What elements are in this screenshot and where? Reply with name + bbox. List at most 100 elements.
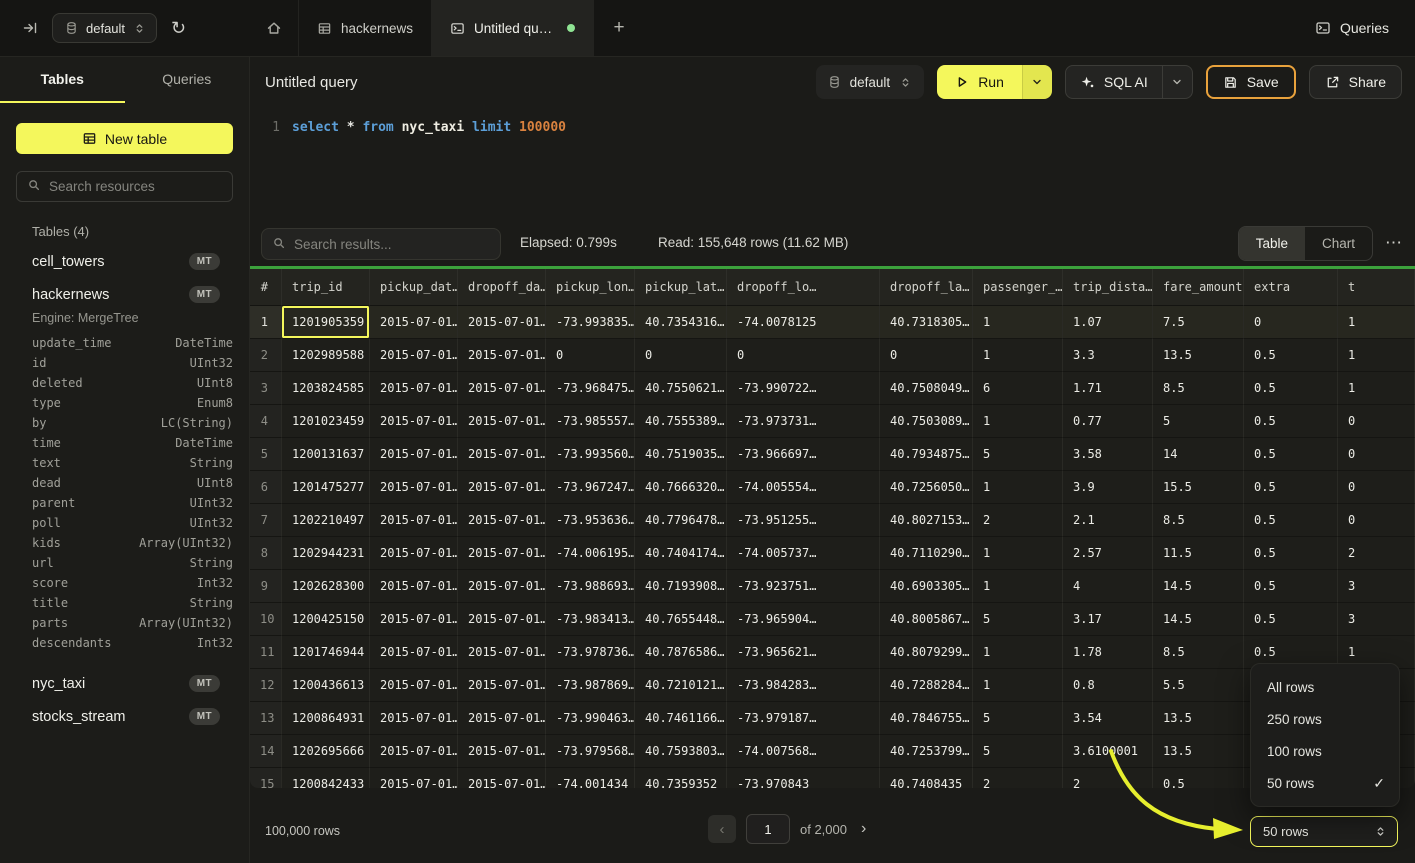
data-cell[interactable]: 40.7288284…: [880, 669, 973, 702]
row-number-cell[interactable]: 14: [250, 735, 282, 768]
data-cell[interactable]: -74.005737…: [727, 537, 880, 570]
data-cell[interactable]: 3.58: [1063, 438, 1153, 471]
data-cell[interactable]: 40.7555389…: [635, 405, 727, 438]
data-cell[interactable]: 1202628300: [282, 570, 370, 603]
schema-column[interactable]: titleString: [0, 593, 249, 613]
row-number-cell[interactable]: 11: [250, 636, 282, 669]
data-cell[interactable]: 1200425150: [282, 603, 370, 636]
data-cell[interactable]: -73.965621…: [727, 636, 880, 669]
data-cell[interactable]: 1: [973, 306, 1063, 339]
header-cell[interactable]: pickup_lat…: [635, 269, 727, 306]
data-cell[interactable]: 3.54: [1063, 702, 1153, 735]
data-cell[interactable]: 13.5: [1153, 339, 1244, 372]
data-cell[interactable]: 1203824585: [282, 372, 370, 405]
data-cell[interactable]: 0: [1338, 405, 1415, 438]
data-cell[interactable]: -73.979187…: [727, 702, 880, 735]
data-cell[interactable]: 1: [1338, 339, 1415, 372]
tab-untitled-query[interactable]: Untitled qu…: [432, 0, 594, 56]
header-cell[interactable]: pickup_dat…: [370, 269, 458, 306]
data-cell[interactable]: 0: [635, 339, 727, 372]
data-cell[interactable]: 40.7256050…: [880, 471, 973, 504]
data-cell[interactable]: 1202989588: [282, 339, 370, 372]
data-cell[interactable]: 0: [1338, 471, 1415, 504]
row-count-option[interactable]: 250 rows: [1251, 703, 1399, 735]
data-cell[interactable]: 14: [1153, 438, 1244, 471]
new-tab-button[interactable]: +: [594, 0, 644, 56]
results-more-button[interactable]: ⋯: [1385, 233, 1403, 253]
data-cell[interactable]: 13.5: [1153, 702, 1244, 735]
data-cell[interactable]: -73.953636…: [546, 504, 635, 537]
data-cell[interactable]: -73.966697…: [727, 438, 880, 471]
next-page-button[interactable]: ›: [857, 820, 870, 838]
data-cell[interactable]: 3.17: [1063, 603, 1153, 636]
data-cell[interactable]: 40.7318305…: [880, 306, 973, 339]
data-cell[interactable]: 14.5: [1153, 570, 1244, 603]
schema-column[interactable]: scoreInt32: [0, 573, 249, 593]
data-cell[interactable]: -73.983413…: [546, 603, 635, 636]
data-cell[interactable]: 40.7354316…: [635, 306, 727, 339]
data-cell[interactable]: 40.7210121…: [635, 669, 727, 702]
header-cell[interactable]: trip_id: [282, 269, 370, 306]
header-cell[interactable]: pickup_lon…: [546, 269, 635, 306]
view-toggle-table[interactable]: Table: [1239, 227, 1305, 260]
header-cell[interactable]: dropoff_lo…: [727, 269, 880, 306]
data-cell[interactable]: 40.7508049…: [880, 372, 973, 405]
data-cell[interactable]: 1: [973, 405, 1063, 438]
data-cell[interactable]: 2015-07-01…: [458, 372, 546, 405]
collapse-sidebar-button[interactable]: [22, 20, 38, 36]
data-cell[interactable]: 40.7796478…: [635, 504, 727, 537]
data-cell[interactable]: 3: [1338, 603, 1415, 636]
data-cell[interactable]: 8.5: [1153, 636, 1244, 669]
data-cell[interactable]: 13.5: [1153, 735, 1244, 768]
data-cell[interactable]: 2015-07-01…: [458, 339, 546, 372]
queries-button[interactable]: Queries: [1315, 0, 1389, 56]
data-cell[interactable]: 5: [973, 438, 1063, 471]
data-cell[interactable]: 1: [1338, 306, 1415, 339]
row-count-option[interactable]: 50 rows✓: [1251, 767, 1399, 799]
data-cell[interactable]: 1: [973, 537, 1063, 570]
results-search[interactable]: [261, 228, 501, 260]
data-cell[interactable]: 1200436613: [282, 669, 370, 702]
schema-column[interactable]: urlString: [0, 553, 249, 573]
data-cell[interactable]: 0.5: [1244, 339, 1338, 372]
data-cell[interactable]: 2015-07-01…: [370, 603, 458, 636]
header-cell[interactable]: trip_dista…: [1063, 269, 1153, 306]
data-cell[interactable]: 1: [973, 636, 1063, 669]
data-cell[interactable]: 5: [973, 735, 1063, 768]
data-cell[interactable]: 0.5: [1244, 438, 1338, 471]
schema-column[interactable]: textString: [0, 453, 249, 473]
new-table-button[interactable]: New table: [16, 123, 233, 154]
row-number-cell[interactable]: 13: [250, 702, 282, 735]
row-number-cell[interactable]: 9: [250, 570, 282, 603]
data-cell[interactable]: 2015-07-01…: [458, 405, 546, 438]
share-button[interactable]: Share: [1309, 65, 1402, 99]
data-cell[interactable]: 0.5: [1244, 537, 1338, 570]
data-cell[interactable]: 2.1: [1063, 504, 1153, 537]
data-cell[interactable]: 3.6100001: [1063, 735, 1153, 768]
data-cell[interactable]: -73.967247…: [546, 471, 635, 504]
data-cell[interactable]: 0.5: [1244, 570, 1338, 603]
header-cell[interactable]: dropoff_da…: [458, 269, 546, 306]
data-cell[interactable]: 2015-07-01…: [370, 438, 458, 471]
data-cell[interactable]: 40.8079299…: [880, 636, 973, 669]
data-cell[interactable]: -73.968475…: [546, 372, 635, 405]
data-cell[interactable]: 0: [546, 339, 635, 372]
data-cell[interactable]: 5.5: [1153, 669, 1244, 702]
data-cell[interactable]: 2015-07-01…: [458, 636, 546, 669]
data-cell[interactable]: 7.5: [1153, 306, 1244, 339]
data-cell[interactable]: 11.5: [1153, 537, 1244, 570]
header-cell[interactable]: t: [1338, 269, 1415, 306]
data-cell[interactable]: 0.5: [1244, 372, 1338, 405]
data-cell[interactable]: 6: [973, 372, 1063, 405]
data-cell[interactable]: 0.8: [1063, 669, 1153, 702]
schema-column[interactable]: deletedUInt8: [0, 373, 249, 393]
data-cell[interactable]: 40.7253799…: [880, 735, 973, 768]
data-cell[interactable]: -74.005554…: [727, 471, 880, 504]
tab-hackernews[interactable]: hackernews: [299, 0, 432, 56]
data-cell[interactable]: 1201023459: [282, 405, 370, 438]
header-cell[interactable]: passenger_…: [973, 269, 1063, 306]
data-cell[interactable]: 0.5: [1244, 471, 1338, 504]
header-cell[interactable]: #: [250, 269, 282, 306]
data-cell[interactable]: 40.7110290…: [880, 537, 973, 570]
row-number-cell[interactable]: 10: [250, 603, 282, 636]
